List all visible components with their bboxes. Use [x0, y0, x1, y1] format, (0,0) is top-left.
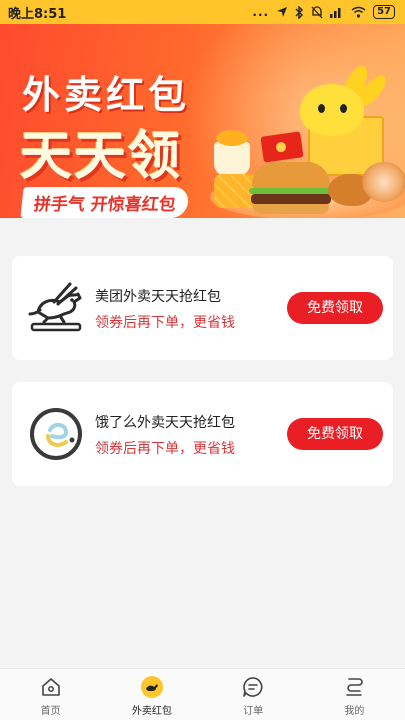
profile-icon	[346, 678, 364, 696]
notification-dots: ...	[252, 5, 270, 19]
eleme-coupon-card: 饿了么外卖天天抢红包 领券后再下单，更省钱 免费领取	[12, 382, 393, 486]
banner-slogan: 拼手气 开惊喜红包	[20, 187, 190, 218]
card-title: 美团外卖天天抢红包	[95, 289, 221, 305]
nav-label: 我的	[344, 706, 365, 717]
red-packet-graphic	[260, 131, 304, 163]
bluetooth-icon	[295, 5, 304, 19]
status-indicators: ... 57	[252, 5, 395, 19]
status-time: 晚上8:51	[8, 6, 67, 22]
nav-label: 外卖红包	[131, 706, 172, 717]
nav-label: 首页	[40, 706, 61, 717]
burger-graphic	[249, 162, 333, 214]
claim-button-meituan[interactable]: 免费领取	[287, 292, 383, 324]
takeout-redpacket-icon	[140, 676, 163, 698]
nav-item-profile[interactable]: 我的	[304, 669, 405, 720]
nav-item-home[interactable]: 首页	[0, 669, 101, 720]
battery-indicator: 57	[373, 5, 395, 19]
nav-label: 订单	[243, 706, 264, 717]
claim-button-eleme[interactable]: 免费领取	[287, 418, 383, 450]
status-bar: 晚上8:51 ... 57	[0, 0, 405, 24]
banner-headline: 外卖红包	[22, 73, 191, 117]
wifi-icon	[351, 6, 366, 18]
home-icon	[41, 678, 60, 696]
mango-drink-graphic	[214, 130, 250, 176]
fried-shrimp-graphic	[362, 162, 405, 202]
banner-subheadline: 天天领	[20, 127, 183, 187]
card-subtitle: 领券后再下单，更省钱	[95, 441, 235, 457]
order-icon	[243, 677, 263, 697]
nav-item-takeout-redpacket[interactable]: 外卖红包	[101, 669, 202, 720]
location-icon	[277, 7, 288, 17]
mute-bell-icon	[311, 5, 323, 18]
nav-item-orders[interactable]: 订单	[203, 669, 304, 720]
promo-banner[interactable]: 外卖红包 天天领 拼手气 开惊喜红包	[0, 24, 405, 218]
meituan-coupon-card: 美团外卖天天抢红包 领券后再下单，更省钱 免费领取	[12, 256, 393, 360]
card-title: 饿了么外卖天天抢红包	[95, 415, 235, 431]
card-subtitle: 领券后再下单，更省钱	[95, 315, 235, 331]
signal-icon	[330, 8, 341, 18]
meituan-kangaroo-icon	[24, 276, 88, 340]
bottom-nav: 首页 外卖红包 订单 我的	[0, 668, 405, 720]
eleme-icon	[24, 402, 88, 466]
